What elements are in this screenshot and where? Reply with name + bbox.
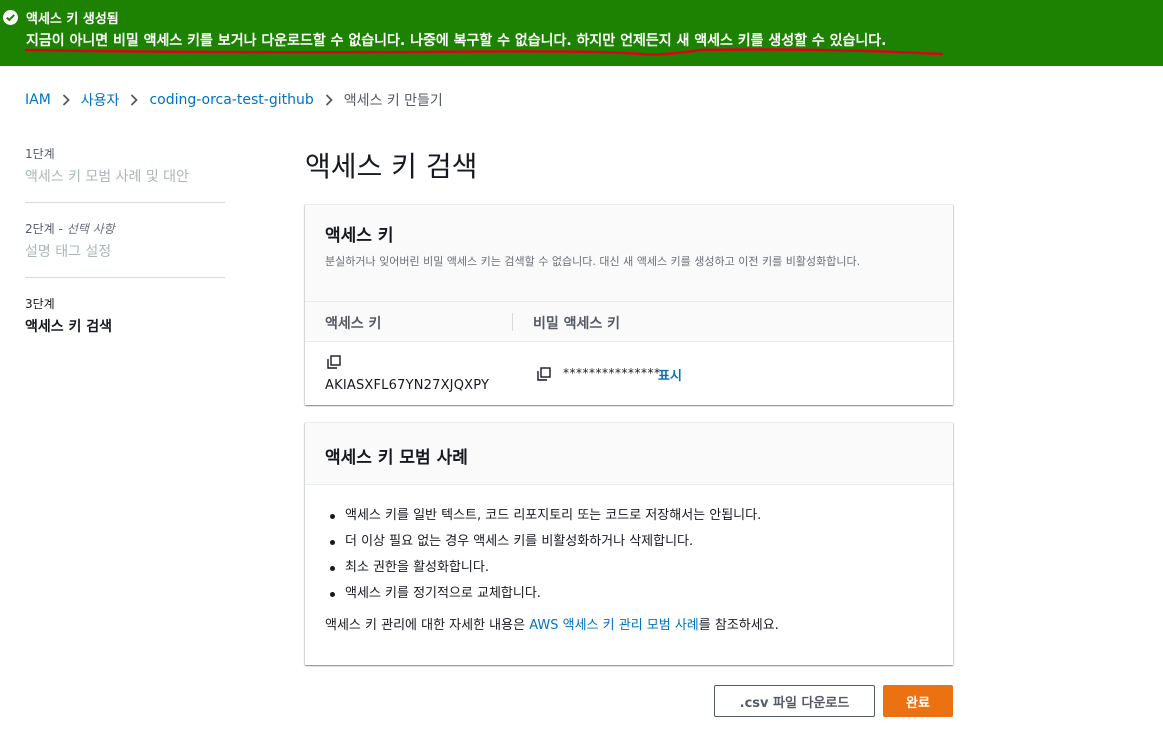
check-circle-icon bbox=[3, 10, 18, 25]
access-key-row: AKIASXFL67YN27XJQXPY *************** 표시 bbox=[305, 342, 953, 405]
step-1-number: 1단계 bbox=[25, 147, 55, 161]
chevron-right-icon bbox=[130, 94, 139, 106]
chevron-right-icon bbox=[62, 94, 70, 106]
step-2-number: 2단계 bbox=[25, 222, 55, 236]
access-key-panel: 액세스 키 분실하거나 잊어버린 비밀 액세스 키는 검색할 수 없습니다. 대… bbox=[305, 204, 953, 405]
list-item: 액세스 키를 정기적으로 교체합니다. bbox=[325, 585, 933, 603]
reference-text-before: 액세스 키 관리에 대한 자세한 내용은 bbox=[325, 618, 530, 633]
step-2: 2단계 - 선택 사항 설명 태그 설정 bbox=[25, 221, 225, 278]
best-practices-reference: 액세스 키 관리에 대한 자세한 내용은 AWS 액세스 키 관리 모범 사례를… bbox=[325, 617, 933, 635]
step-2-optional: 선택 사항 bbox=[66, 222, 115, 236]
best-practices-header: 액세스 키 모범 사례 bbox=[305, 423, 953, 485]
step-1-name: 액세스 키 모범 사례 및 대안 bbox=[25, 169, 189, 185]
column-divider bbox=[512, 313, 513, 331]
breadcrumb-user-link[interactable]: coding-orca-test-github bbox=[149, 92, 313, 108]
list-item: 더 이상 필요 없는 경우 액세스 키를 비활성화하거나 삭제합니다. bbox=[325, 533, 933, 551]
page-title: 액세스 키 검색 bbox=[305, 150, 478, 183]
step-3-name: 액세스 키 검색 bbox=[25, 319, 113, 335]
done-button[interactable]: 완료 bbox=[883, 685, 953, 717]
annotation-underline bbox=[24, 48, 944, 56]
column-access-key: 액세스 키 bbox=[325, 316, 382, 332]
best-practices-body: 액세스 키를 일반 텍스트, 코드 리포지토리 또는 코드로 저장해서는 안됩니… bbox=[305, 485, 953, 635]
best-practices-title: 액세스 키 모범 사례 bbox=[325, 448, 468, 468]
wizard-steps: 1단계 액세스 키 모범 사례 및 대안 2단계 - 선택 사항 설명 태그 설… bbox=[25, 146, 225, 370]
reference-text-after: 를 참조하세요. bbox=[698, 618, 779, 633]
best-practices-list: 액세스 키를 일반 텍스트, 코드 리포지토리 또는 코드로 저장해서는 안됩니… bbox=[325, 507, 933, 603]
download-csv-button[interactable]: .csv 파일 다운로드 bbox=[714, 685, 875, 717]
breadcrumb-iam-link[interactable]: IAM bbox=[25, 92, 51, 108]
step-3: 3단계 액세스 키 검색 bbox=[25, 296, 225, 352]
success-flash-banner: 액세스 키 생성됨 지금이 아니면 비밀 액세스 키를 보거나 다운로드할 수 … bbox=[0, 0, 1163, 66]
breadcrumb-users-link[interactable]: 사용자 bbox=[81, 90, 120, 110]
access-key-panel-header: 액세스 키 분실하거나 잊어버린 비밀 액세스 키는 검색할 수 없습니다. 대… bbox=[305, 205, 953, 302]
list-item: 최소 권한을 활성화합니다. bbox=[325, 559, 933, 577]
aws-best-practices-link[interactable]: AWS 액세스 키 관리 모범 사례 bbox=[529, 618, 699, 633]
access-key-panel-description: 분실하거나 잊어버린 비밀 액세스 키는 검색할 수 없습니다. 대신 새 액세… bbox=[325, 255, 861, 268]
show-secret-link[interactable]: 표시 bbox=[658, 365, 682, 384]
step-3-number: 3단계 bbox=[25, 297, 55, 311]
chevron-right-icon bbox=[325, 94, 333, 106]
flash-title: 액세스 키 생성됨 bbox=[26, 12, 119, 27]
access-key-id: AKIASXFL67YN27XJQXPY bbox=[325, 378, 490, 393]
access-key-panel-title: 액세스 키 bbox=[325, 226, 394, 246]
access-key-table-header: 액세스 키 비밀 액세스 키 bbox=[305, 302, 953, 342]
column-secret-key: 비밀 액세스 키 bbox=[533, 316, 621, 332]
best-practices-panel: 액세스 키 모범 사례 액세스 키를 일반 텍스트, 코드 리포지토리 또는 코… bbox=[305, 422, 953, 665]
breadcrumb: IAM 사용자 coding-orca-test-github 액세스 키 만들… bbox=[25, 90, 443, 110]
step-2-name: 설명 태그 설정 bbox=[25, 244, 112, 260]
secret-key-masked: *************** bbox=[563, 366, 661, 380]
list-item: 액세스 키를 일반 텍스트, 코드 리포지토리 또는 코드로 저장해서는 안됩니… bbox=[325, 507, 933, 525]
copy-icon[interactable] bbox=[327, 355, 341, 369]
copy-secret-icon[interactable] bbox=[537, 367, 551, 381]
breadcrumb-current: 액세스 키 만들기 bbox=[343, 93, 443, 109]
step-1: 1단계 액세스 키 모범 사례 및 대안 bbox=[25, 146, 225, 203]
